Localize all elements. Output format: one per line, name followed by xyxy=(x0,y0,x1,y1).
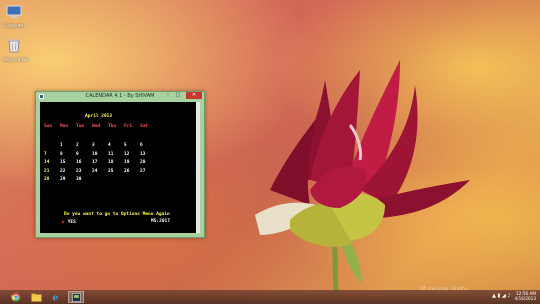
month-label: April 2013 xyxy=(85,114,113,119)
calendar-day-cell: 25 xyxy=(108,168,114,174)
calendar-day-cell: 27 xyxy=(140,168,146,174)
calendar-day-cell: 10 xyxy=(92,151,98,157)
day-header: Tue xyxy=(76,124,85,129)
day-header: Mon xyxy=(60,124,69,129)
calendar-day-cell: 12 xyxy=(124,151,130,157)
computer-icon xyxy=(6,5,22,18)
svg-text:e: e xyxy=(53,294,59,303)
calendar-day-cell: 7 xyxy=(44,151,47,157)
calendar-day-cell: 9 xyxy=(76,151,79,157)
close-button[interactable]: ✕ xyxy=(186,92,202,99)
calendar-app-icon xyxy=(71,292,81,302)
calendar-day-cell xyxy=(44,143,60,152)
system-clock[interactable]: 12:56 AM 4/16/2013 xyxy=(515,291,536,301)
calendar-day-cell: 6 xyxy=(140,143,143,148)
calendar-day-cell: 19 xyxy=(124,160,130,165)
calendar-day-cell: 21 xyxy=(44,168,50,174)
calendar-week-row: 21 22 23 24 25 26 27 xyxy=(44,169,156,178)
desktop-icon-recycle-bin[interactable]: Recycle Bin xyxy=(3,38,29,63)
maximize-button[interactable]: □ xyxy=(174,92,182,99)
calendar-day-cell: 26 xyxy=(124,168,130,174)
calendar-day-cell: 30 xyxy=(76,177,82,182)
calendar-day-cell: 28 xyxy=(44,177,50,182)
calendar-window[interactable]: CALENDAR 4.1 - By SHIVAM – □ ✕ April 201… xyxy=(35,91,205,238)
calendar-day-cell: 14 xyxy=(44,160,50,165)
day-header: Thu xyxy=(108,124,117,129)
calendar-day-cell: 3 xyxy=(92,143,95,148)
chrome-icon xyxy=(11,292,21,302)
calendar-day-cell: 13 xyxy=(140,151,146,157)
ms-label: MS:2017 xyxy=(151,219,170,224)
calendar-day-cell: 8 xyxy=(60,151,63,157)
taskbar-chrome[interactable] xyxy=(8,291,24,303)
calendar-day-cell xyxy=(140,177,156,186)
calendar-day-cell: 16 xyxy=(76,160,82,165)
day-header: Fri xyxy=(124,124,133,129)
yes-option[interactable]: ▶ YES xyxy=(62,220,76,225)
recycle-bin-icon xyxy=(8,39,20,53)
flower-wallpaper-image xyxy=(255,60,470,295)
tray-icons[interactable]: ▲ ▮ ◢ ♪ xyxy=(492,293,510,299)
calendar-day-cell: 1 xyxy=(60,143,63,148)
taskbar-calendar-app[interactable] xyxy=(68,291,84,303)
file-explorer-icon xyxy=(30,293,42,302)
calendar-week-row: 1 2 3 4 5 6 xyxy=(44,143,156,152)
calendar-day-cell: 29 xyxy=(60,177,66,182)
taskbar: e ▲ ▮ ◢ ♪ 12:56 AM 4/16/2013 xyxy=(0,290,540,304)
calendar-day-cell: 17 xyxy=(92,160,98,165)
arrow-icon: ▶ xyxy=(62,220,65,225)
day-header: Sun xyxy=(44,124,53,129)
yes-label: YES xyxy=(67,220,76,225)
clock-date: 4/16/2013 xyxy=(514,296,536,301)
taskbar-internet-explorer[interactable]: e xyxy=(48,291,64,303)
system-tray[interactable]: ▲ ▮ ◢ ♪ 12:56 AM 4/16/2013 xyxy=(492,291,536,301)
console-output[interactable]: April 2013 Sun Mon Tue Wed Thu Fri Sat 1… xyxy=(40,102,200,233)
calendar-day-cell: 18 xyxy=(108,160,114,165)
minimize-button[interactable]: – xyxy=(164,92,172,99)
calendar-day-cell: 20 xyxy=(140,160,146,165)
calendar-day-cell: 5 xyxy=(124,143,127,148)
day-header: Sat xyxy=(140,124,149,129)
calendar-day-cell xyxy=(124,177,140,186)
calendar-day-cell: 24 xyxy=(92,168,98,174)
taskbar-file-explorer[interactable] xyxy=(28,291,44,303)
calendar-week-row: 7 8 9 10 11 12 13 xyxy=(44,152,156,161)
calendar-day-cell: 11 xyxy=(108,151,114,157)
desktop-icon-label: Recycle Bin xyxy=(3,58,29,63)
internet-explorer-icon: e xyxy=(53,294,59,303)
calendar-week-row: 28 29 30 xyxy=(44,177,156,186)
calendar-day-cell: 23 xyxy=(76,168,82,174)
calendar-day-cell: 15 xyxy=(60,160,66,165)
calendar-week-row: 14 15 16 17 18 19 20 xyxy=(44,160,156,169)
calendar-grid: 1 2 3 4 5 6 7 8 9 10 11 12 13 14 15 16 17 18 19 20 21 22 23 24 2… xyxy=(44,143,156,186)
day-header: Wed xyxy=(92,124,101,129)
calendar-day-cell xyxy=(108,177,124,186)
options-prompt: Do you want to go to Options Menu Again xyxy=(64,212,170,217)
calendar-day-cell: 2 xyxy=(76,143,79,148)
day-headers: Sun Mon Tue Wed Thu Fri Sat xyxy=(44,124,156,129)
desktop-icon-computer[interactable]: Computer xyxy=(3,4,25,29)
calendar-day-cell xyxy=(92,177,108,186)
console-scrollbar[interactable] xyxy=(196,102,200,233)
desktop-icon-label: Computer xyxy=(3,24,26,29)
calendar-day-cell: 4 xyxy=(108,143,111,148)
window-titlebar[interactable]: CALENDAR 4.1 - By SHIVAM – □ ✕ xyxy=(36,92,204,101)
calendar-day-cell: 22 xyxy=(60,168,66,174)
